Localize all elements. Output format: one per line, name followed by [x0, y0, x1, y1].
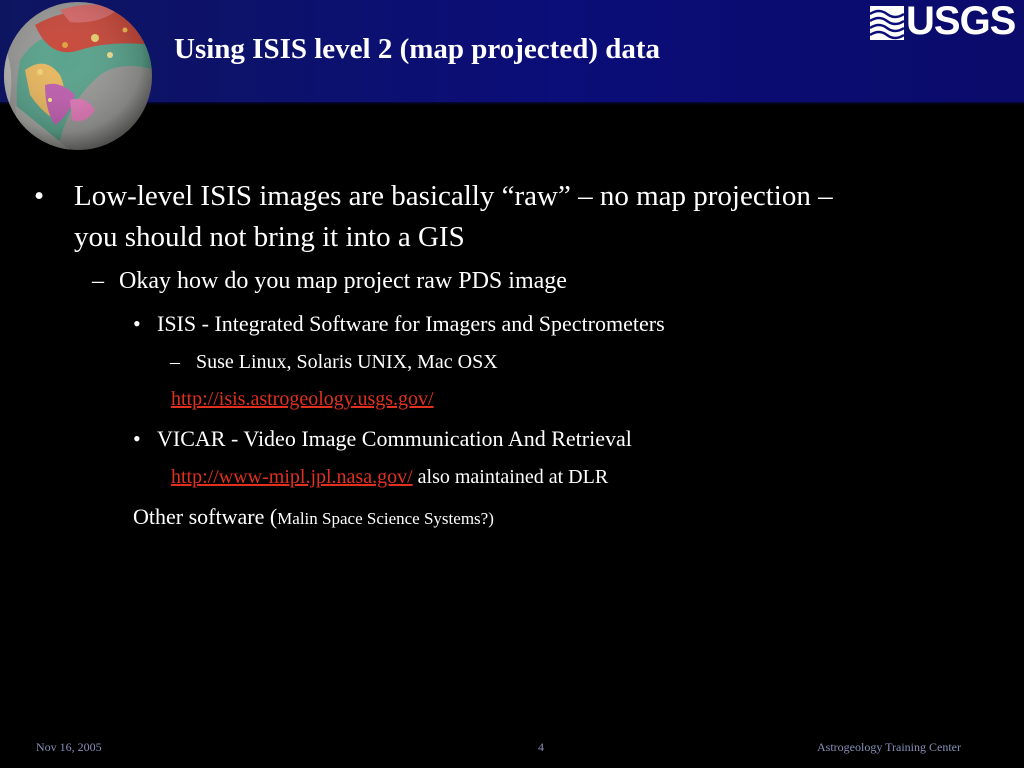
footer-date: Nov 16, 2005 [36, 740, 102, 754]
other-software-line: Other software (Malin Space Science Syst… [133, 504, 494, 530]
vicar-link-row: http://www-mipl.jpl.nasa.gov/ also maint… [171, 466, 608, 489]
bullet-1-line-1: Low-level ISIS images are basically “raw… [74, 180, 833, 212]
footer-organization: Astrogeology Training Center [817, 740, 961, 754]
bullet-marker: • [133, 311, 141, 336]
vicar-note: also maintained at DLR [412, 466, 609, 488]
bullet-1-line-2: you should not bring it into a GIS [74, 221, 465, 253]
vicar-link[interactable]: http://www-mipl.jpl.nasa.gov/ [171, 466, 413, 488]
sub-bullet-map-project: Okay how do you map project raw PDS imag… [119, 268, 567, 294]
bullet-marker: • [34, 180, 45, 212]
other-software-note: Malin Space Science Systems?) [277, 509, 494, 528]
bullet-marker: • [133, 426, 141, 451]
slide-title: Using ISIS level 2 (map projected) data [174, 33, 661, 65]
mars-globe-icon [4, 2, 152, 150]
dash-marker: – [170, 351, 180, 373]
other-software-prefix: Other software ( [133, 504, 278, 529]
dash-marker: – [92, 268, 104, 294]
isis-link[interactable]: http://isis.astrogeology.usgs.gov/ [171, 388, 434, 411]
usgs-logo-text: USGS [906, 0, 1016, 43]
sub-bullet-isis: ISIS - Integrated Software for Imagers a… [157, 311, 665, 336]
sub-bullet-vicar: VICAR - Video Image Communication And Re… [157, 426, 632, 451]
footer-page-number: 4 [538, 740, 544, 754]
sub-bullet-platforms: Suse Linux, Solaris UNIX, Mac OSX [196, 351, 498, 373]
